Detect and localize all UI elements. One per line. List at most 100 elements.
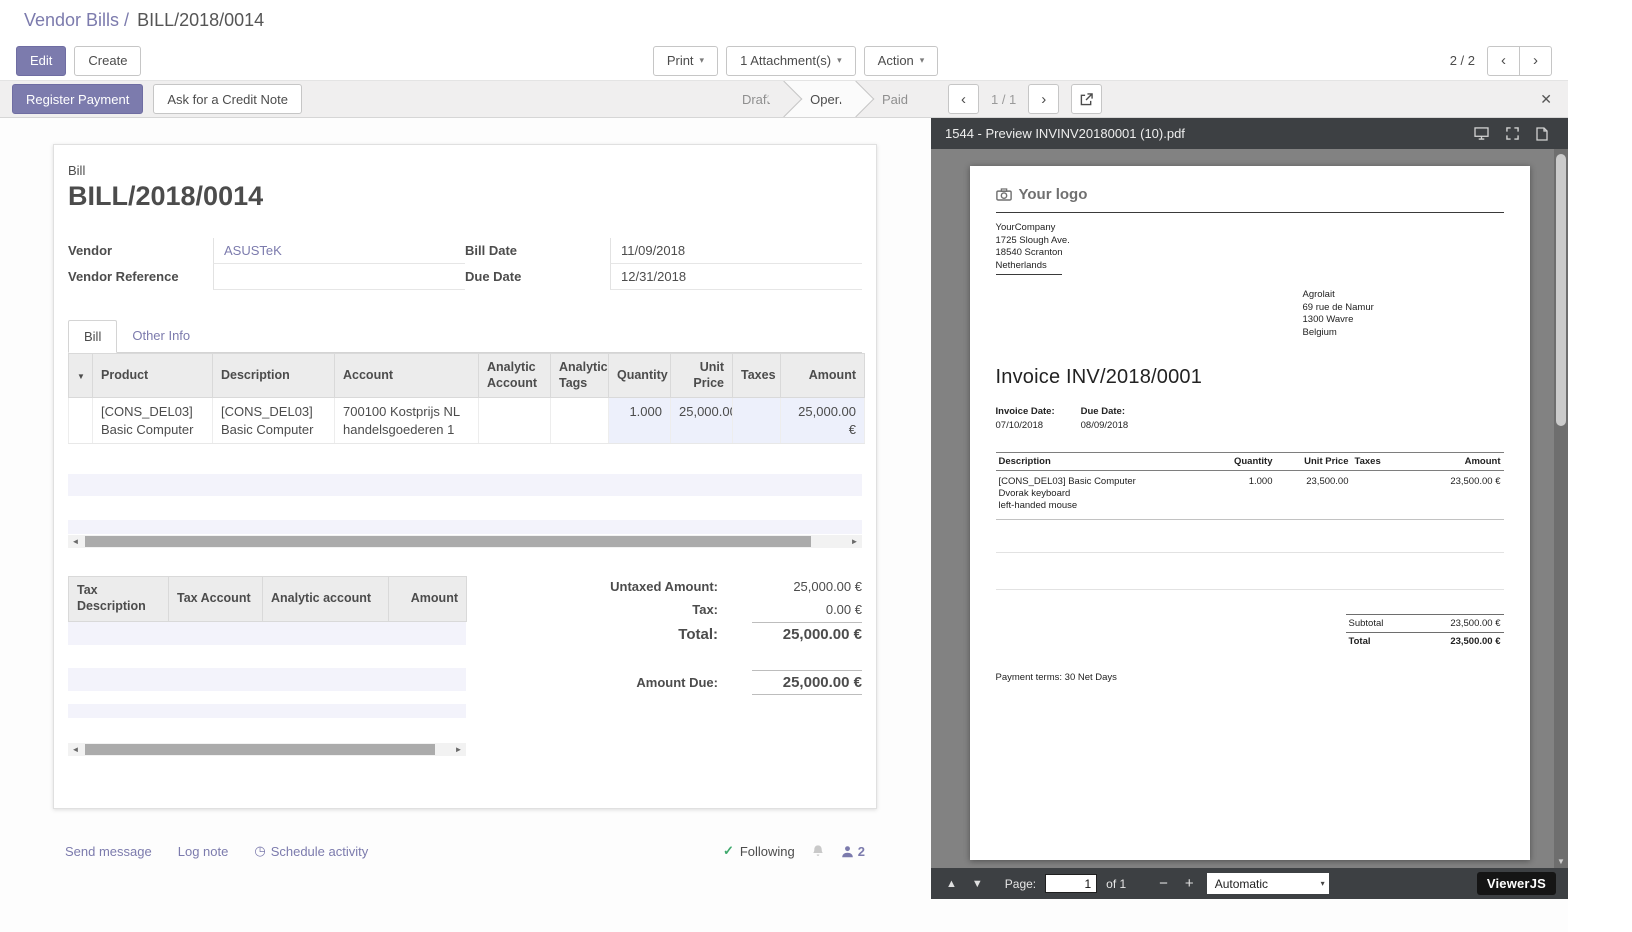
scroll-down-button[interactable]: ▼ — [1554, 857, 1568, 866]
breadcrumb-parent-link[interactable]: Vendor Bills / — [24, 10, 129, 31]
status-step-draft[interactable]: Draft — [724, 81, 784, 117]
col-amount[interactable]: Amount — [781, 354, 865, 398]
divider — [996, 274, 1062, 275]
col-analytic-tags[interactable]: Analytic Tags — [551, 354, 609, 398]
chevron-left-icon: ‹ — [1501, 53, 1506, 68]
chatter: Send message Log note ◷ Schedule activit… — [53, 843, 877, 859]
scrollbar-thumb[interactable] — [85, 536, 811, 547]
record-pager-count: 2 / 2 — [1450, 53, 1475, 68]
zoom-out-button[interactable]: − — [1155, 875, 1172, 892]
log-note-button[interactable]: Log note — [178, 844, 229, 859]
fullscreen-button[interactable] — [1506, 127, 1519, 140]
col-taxes[interactable]: Taxes — [733, 354, 781, 398]
next-record-button[interactable]: › — [1519, 46, 1552, 76]
col-description[interactable]: Description — [213, 354, 335, 398]
previous-page-button[interactable]: ▲ — [943, 878, 960, 890]
close-preview-button[interactable]: ✕ — [1524, 91, 1568, 108]
col-analytic-account[interactable]: Analytic account — [263, 577, 389, 621]
send-message-button[interactable]: Send message — [65, 844, 152, 859]
chatter-right-group: ✓ Following 2 — [723, 843, 865, 859]
presentation-icon — [1474, 127, 1489, 140]
next-page-button[interactable]: ▼ — [969, 878, 986, 890]
zoom-select[interactable]: Automatic ▾ — [1207, 873, 1329, 894]
col-unit-price[interactable]: Unit Price — [671, 354, 733, 398]
col-tax-amount[interactable]: Amount — [389, 577, 467, 621]
status-step-label: Paid — [882, 92, 908, 107]
notification-bell-button[interactable] — [811, 844, 825, 858]
scrollbar-track[interactable] — [83, 743, 451, 756]
attachments-label: 1 Attachment(s) — [740, 53, 831, 68]
check-icon: ✓ — [723, 843, 734, 859]
create-button[interactable]: Create — [74, 46, 141, 76]
invoice-date-label: Invoice Date: — [996, 406, 1055, 417]
customer-country: Belgium — [1303, 327, 1504, 340]
pdf-viewer: Your logo YourCompany 1725 Slough Ave. 1… — [931, 149, 1568, 868]
preview-next-button[interactable]: › — [1028, 84, 1059, 114]
line-account-cell: 700100 Kostprijs NL handelsgoederen 1 — [335, 398, 479, 444]
print-label: Print — [667, 53, 694, 68]
page-number-input[interactable] — [1045, 874, 1097, 893]
col-quantity[interactable]: Quantity — [609, 354, 671, 398]
scroll-right-button[interactable]: ► — [847, 535, 862, 548]
vendor-reference-label: Vendor Reference — [68, 264, 213, 290]
company-logo: Your logo — [996, 180, 1504, 213]
scrollbar-track[interactable] — [83, 535, 847, 548]
pdf-subtotal-row: Subtotal 23,500.00 € — [1346, 614, 1504, 632]
caret-down-icon: ▼ — [77, 372, 85, 381]
divider — [996, 552, 1504, 553]
line-handle-cell — [69, 398, 93, 444]
invoice-lines-table-pdf: Description Quantity Unit Price Taxes Am… — [996, 452, 1504, 520]
col-tax-description[interactable]: Tax Description — [69, 577, 169, 621]
invoice-dates: Invoice Date: 07/10/2018 Due Date: 08/09… — [996, 406, 1504, 431]
preview-previous-button[interactable]: ‹ — [948, 84, 979, 114]
tab-bill[interactable]: Bill — [68, 320, 117, 353]
invoice-title: Invoice INV/2018/0001 — [996, 366, 1504, 389]
action-label: Action — [878, 53, 914, 68]
pdf-line-unit-price: 23,500.00 — [1276, 471, 1352, 520]
scroll-left-button[interactable]: ◄ — [68, 743, 83, 756]
pdf-header: 1544 - Preview INVINV20180001 (10).pdf — [931, 118, 1568, 149]
col-analytic-account[interactable]: Analytic Account — [479, 354, 551, 398]
previous-record-button[interactable]: ‹ — [1487, 46, 1520, 76]
open-attachment-button[interactable] — [1071, 84, 1102, 114]
print-menu-button[interactable]: Print ▾ — [653, 46, 718, 76]
scrollbar-thumb[interactable] — [1556, 154, 1566, 426]
col-tax-account[interactable]: Tax Account — [169, 577, 263, 621]
info-column-right: Bill Date 11/09/2018 Due Date 12/31/2018 — [465, 238, 862, 290]
schedule-activity-button[interactable]: ◷ Schedule activity — [254, 843, 368, 859]
scrollbar-thumb[interactable] — [85, 744, 435, 755]
viewerjs-badge[interactable]: ViewerJS — [1477, 872, 1556, 895]
edit-button[interactable]: Edit — [16, 46, 66, 76]
pdf-line-taxes — [1352, 471, 1408, 520]
register-payment-button[interactable]: Register Payment — [12, 84, 143, 114]
line-product-cell: [CONS_DEL03] Basic Computer — [93, 398, 213, 444]
pdf-total-value: 23,500.00 € — [1450, 636, 1500, 647]
attachments-menu-button[interactable]: 1 Attachment(s) ▾ — [726, 46, 856, 76]
followers-button[interactable]: 2 — [841, 844, 865, 859]
download-file-button[interactable] — [1536, 127, 1548, 141]
pdf-line-description-sub: Dvorak keyboard — [999, 488, 1211, 500]
col-product[interactable]: Product — [93, 354, 213, 398]
customer-city: 1300 Wavre — [1303, 314, 1504, 327]
col-account[interactable]: Account — [335, 354, 479, 398]
invoice-lines-table: ▼ Product Description Account Analytic A… — [68, 353, 865, 444]
optional-columns-toggle[interactable]: ▼ — [69, 354, 93, 398]
scroll-right-button[interactable]: ► — [451, 743, 466, 756]
empty-row — [68, 718, 466, 742]
empty-row — [68, 622, 466, 645]
action-menu-button[interactable]: Action ▾ — [864, 46, 939, 76]
download-icon — [1536, 127, 1548, 141]
ask-credit-note-button[interactable]: Ask for a Credit Note — [153, 84, 302, 114]
line-description-cell: [CONS_DEL03] Basic Computer — [213, 398, 335, 444]
presentation-mode-button[interactable] — [1474, 127, 1489, 140]
bill-line-row[interactable]: [CONS_DEL03] Basic Computer [CONS_DEL03]… — [69, 398, 865, 444]
empty-row — [68, 496, 862, 520]
tab-other-info[interactable]: Other Info — [117, 320, 205, 353]
scroll-left-button[interactable]: ◄ — [68, 535, 83, 548]
zoom-in-button[interactable]: + — [1181, 875, 1198, 892]
tax-and-totals-section: Tax Description Tax Account Analytic acc… — [68, 576, 862, 755]
following-button[interactable]: ✓ Following — [723, 843, 795, 859]
vendor-link[interactable]: ASUSTeK — [224, 243, 282, 258]
pdf-vertical-scrollbar[interactable]: ▼ — [1554, 149, 1568, 868]
page-count-label: of 1 — [1106, 877, 1126, 891]
